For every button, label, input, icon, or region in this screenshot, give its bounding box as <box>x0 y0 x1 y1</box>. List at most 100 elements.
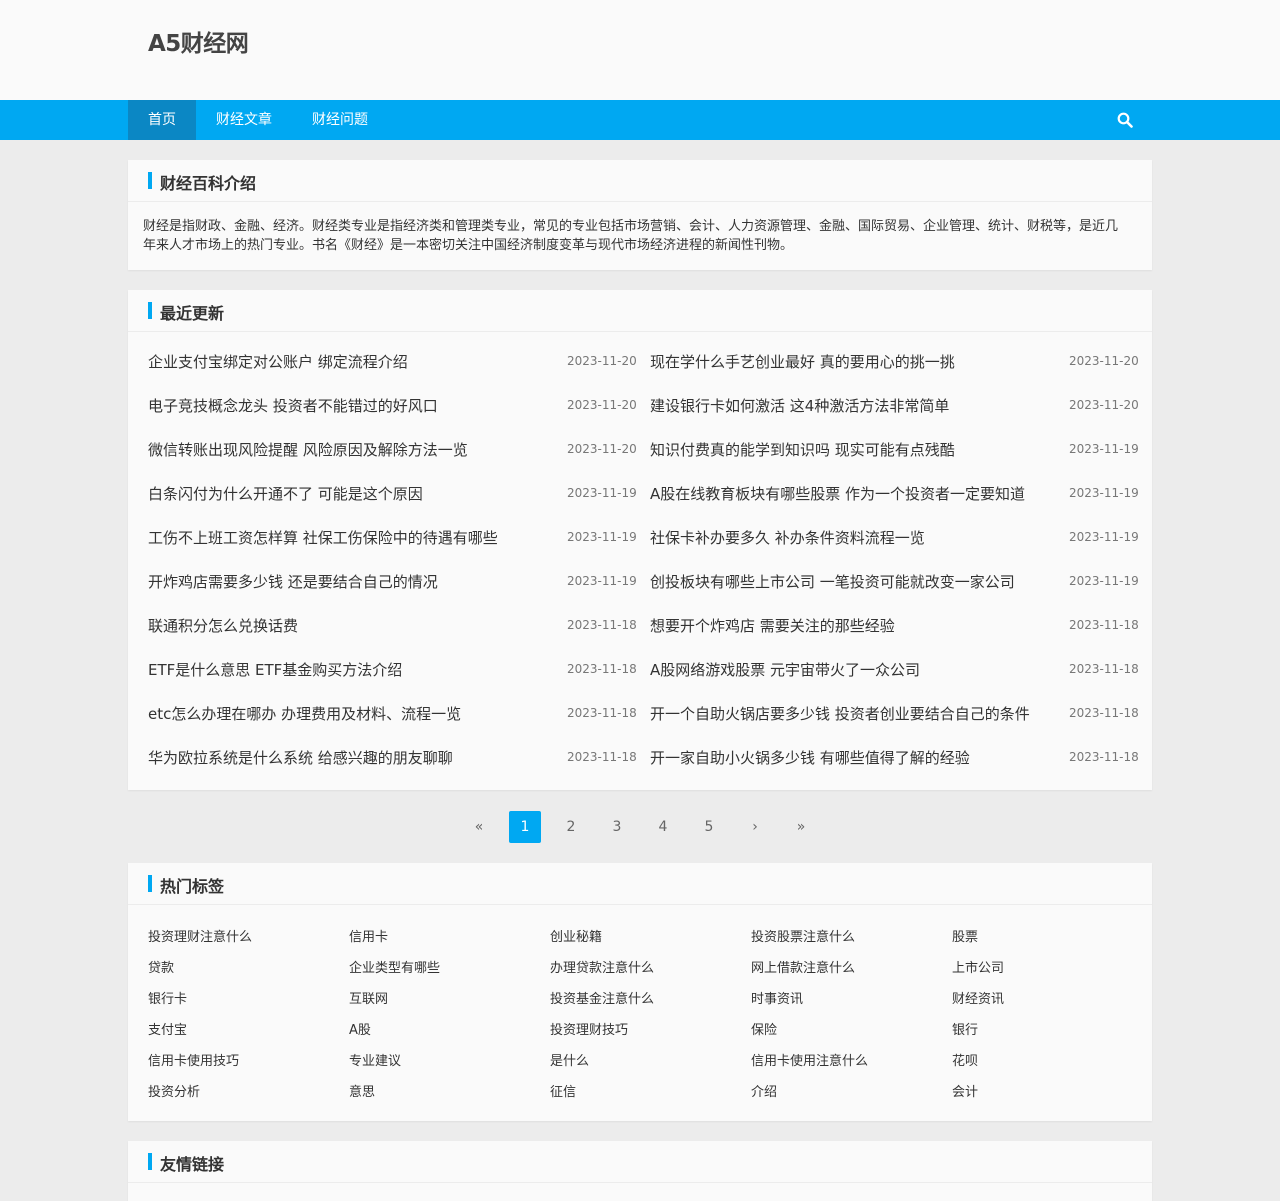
title-accent-bar <box>148 875 152 892</box>
tag-link[interactable]: 办理贷款注意什么 <box>550 957 654 976</box>
update-item-date: 2023-11-19 <box>567 530 637 544</box>
tag-link[interactable]: 银行卡 <box>148 988 187 1007</box>
update-item-date: 2023-11-18 <box>1069 618 1139 632</box>
search-icon[interactable] <box>1116 111 1134 129</box>
update-item-date: 2023-11-18 <box>567 750 637 764</box>
site-logo[interactable]: A5财经网 <box>148 24 249 58</box>
updates-panel-header: 最近更新 <box>128 290 1152 332</box>
tag-link[interactable]: 投资分析 <box>148 1081 200 1100</box>
tag-link[interactable]: 股票 <box>952 926 978 945</box>
nav-item-questions[interactable]: 财经问题 <box>292 100 388 140</box>
tag-link[interactable]: 企业类型有哪些 <box>349 957 440 976</box>
nav-item-articles[interactable]: 财经文章 <box>196 100 292 140</box>
tag-link[interactable]: 是什么 <box>550 1050 589 1069</box>
intro-title: 财经百科介绍 <box>160 174 257 193</box>
page-next-button[interactable]: › <box>739 811 771 843</box>
update-item-title[interactable]: 开一个自助火锅店要多少钱 投资者创业要结合自己的条件 <box>650 704 1030 724</box>
update-item-title[interactable]: 建设银行卡如何激活 这4种激活方法非常简单 <box>650 396 949 416</box>
update-item-title[interactable]: 创投板块有哪些上市公司 一笔投资可能就改变一家公司 <box>650 572 1015 592</box>
page-4-button[interactable]: 4 <box>647 811 679 843</box>
tag-link[interactable]: 意思 <box>349 1081 375 1100</box>
tag-link[interactable]: 信用卡使用注意什么 <box>751 1050 868 1069</box>
update-item-title[interactable]: 开一家自助小火锅多少钱 有哪些值得了解的经验 <box>650 748 970 768</box>
update-item-date: 2023-11-18 <box>567 618 637 632</box>
pagination: « 1 2 3 4 5 › » <box>0 811 1280 843</box>
tag-link[interactable]: 投资股票注意什么 <box>751 926 855 945</box>
intro-panel-header: 财经百科介绍 <box>128 160 1152 202</box>
links-title: 友情链接 <box>160 1155 225 1174</box>
update-item-title[interactable]: etc怎么办理在哪办 办理费用及材料、流程一览 <box>148 704 461 724</box>
tag-link[interactable]: 贷款 <box>148 957 174 976</box>
site-header: A5财经网 <box>0 0 1280 100</box>
title-accent-bar <box>148 1153 152 1170</box>
tag-link[interactable]: 创业秘籍 <box>550 926 602 945</box>
update-item-title[interactable]: 微信转账出现风险提醒 风险原因及解除方法一览 <box>148 440 468 460</box>
tag-link[interactable]: 征信 <box>550 1081 576 1100</box>
updates-title: 最近更新 <box>160 304 225 323</box>
update-item-title[interactable]: 想要开个炸鸡店 需要关注的那些经验 <box>650 616 895 636</box>
update-item-title[interactable]: 社保卡补办要多久 补办条件资料流程一览 <box>650 528 925 548</box>
update-item-title[interactable]: 现在学什么手艺创业最好 真的要用心的挑一挑 <box>650 352 955 372</box>
update-item-title[interactable]: 电子竞技概念龙头 投资者不能错过的好风口 <box>148 396 438 416</box>
tag-link[interactable]: A股 <box>349 1019 371 1038</box>
update-item-date: 2023-11-19 <box>1069 574 1139 588</box>
update-item-date: 2023-11-18 <box>1069 662 1139 676</box>
update-item-date: 2023-11-19 <box>1069 530 1139 544</box>
update-item-title[interactable]: 知识付费真的能学到知识吗 现实可能有点残酷 <box>650 440 955 460</box>
update-item-date: 2023-11-19 <box>567 486 637 500</box>
tag-link[interactable]: 专业建议 <box>349 1050 401 1069</box>
tag-link[interactable]: 会计 <box>952 1081 978 1100</box>
nav-item-home[interactable]: 首页 <box>128 100 196 140</box>
tags-panel: 热门标签 投资理财注意什么 信用卡 创业秘籍 投资股票注意什么 股票贷款 企业类型有哪些 办… <box>128 863 1152 1121</box>
tag-link[interactable]: 时事资讯 <box>751 988 803 1007</box>
update-item-date: 2023-11-20 <box>567 442 637 456</box>
tag-link[interactable]: 互联网 <box>349 988 388 1007</box>
tags-title: 热门标签 <box>160 877 225 896</box>
page-5-button[interactable]: 5 <box>693 811 725 843</box>
update-item-date: 2023-11-20 <box>1069 398 1139 412</box>
tag-link[interactable]: 投资基金注意什么 <box>550 988 654 1007</box>
page-3-button[interactable]: 3 <box>601 811 633 843</box>
update-item-date: 2023-11-18 <box>1069 750 1139 764</box>
intro-panel: 财经百科介绍 财经是指财政、金融、经济。财经类专业是指经济类和管理类专业，常见的… <box>128 160 1152 270</box>
title-accent-bar <box>148 302 152 319</box>
updates-panel: 最近更新 企业支付宝绑定对公账户 绑定流程介绍 2023-11-20 电子竞技概念龙… <box>128 290 1152 790</box>
update-item-title[interactable]: 联通积分怎么兑换话费 <box>148 616 298 636</box>
update-item-title[interactable]: 开炸鸡店需要多少钱 还是要结合自己的情况 <box>148 572 438 592</box>
update-item-title[interactable]: ETF是什么意思 ETF基金购买方法介绍 <box>148 660 402 680</box>
links-panel: 友情链接 <box>128 1141 1152 1201</box>
update-item-date: 2023-11-18 <box>567 662 637 676</box>
tag-link[interactable]: 投资理财技巧 <box>550 1019 628 1038</box>
tag-link[interactable]: 支付宝 <box>148 1019 187 1038</box>
tag-link[interactable]: 花呗 <box>952 1050 978 1069</box>
tag-link[interactable]: 信用卡 <box>349 926 388 945</box>
update-item-date: 2023-11-20 <box>1069 354 1139 368</box>
page-first-button[interactable]: « <box>463 811 495 843</box>
tag-link[interactable]: 保险 <box>751 1019 777 1038</box>
update-item-title[interactable]: 华为欧拉系统是什么系统 给感兴趣的朋友聊聊 <box>148 748 453 768</box>
title-accent-bar <box>148 172 152 189</box>
page-1-button[interactable]: 1 <box>509 811 541 843</box>
tag-link[interactable]: 上市公司 <box>952 957 1004 976</box>
tag-link[interactable]: 信用卡使用技巧 <box>148 1050 239 1069</box>
update-item-title[interactable]: 企业支付宝绑定对公账户 绑定流程介绍 <box>148 352 408 372</box>
tag-link[interactable]: 介绍 <box>751 1081 777 1100</box>
tags-panel-header: 热门标签 <box>128 863 1152 905</box>
main-nav: 首页 财经文章 财经问题 <box>0 100 1280 140</box>
tag-link[interactable]: 网上借款注意什么 <box>751 957 855 976</box>
links-panel-header: 友情链接 <box>128 1141 1152 1183</box>
update-item-date: 2023-11-20 <box>567 354 637 368</box>
intro-text: 财经是指财政、金融、经济。财经类专业是指经济类和管理类专业，常见的专业包括市场营… <box>143 219 1119 253</box>
update-item-title[interactable]: 工伤不上班工资怎样算 社保工伤保险中的待遇有哪些 <box>148 528 498 548</box>
update-item-date: 2023-11-19 <box>567 574 637 588</box>
tag-link[interactable]: 投资理财注意什么 <box>148 926 252 945</box>
update-item-title[interactable]: A股在线教育板块有哪些股票 作为一个投资者一定要知道 <box>650 484 1025 504</box>
update-item-date: 2023-11-20 <box>567 398 637 412</box>
update-item-date: 2023-11-18 <box>567 706 637 720</box>
update-item-title[interactable]: 白条闪付为什么开通不了 可能是这个原因 <box>148 484 423 504</box>
page-last-button[interactable]: » <box>785 811 817 843</box>
update-item-title[interactable]: A股网络游戏股票 元宇宙带火了一众公司 <box>650 660 920 680</box>
page-2-button[interactable]: 2 <box>555 811 587 843</box>
tag-link[interactable]: 银行 <box>952 1019 978 1038</box>
tag-link[interactable]: 财经资讯 <box>952 988 1004 1007</box>
